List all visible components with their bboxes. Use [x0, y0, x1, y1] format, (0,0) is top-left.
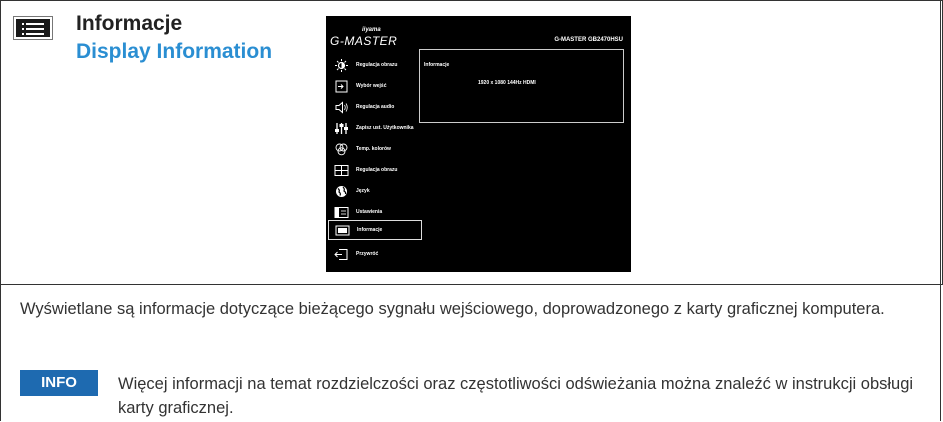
menu-item-audio[interactable]: Regulacja audio — [328, 98, 422, 118]
menu-item-label: Zapisz ust. Użytkownika — [356, 125, 414, 131]
info-note-text: Więcej informacji na temat rozdzielczośc… — [118, 375, 914, 417]
input-icon — [335, 80, 348, 93]
info-icon — [335, 225, 350, 236]
menu-item-label: Regulacja obrazu — [356, 167, 398, 173]
menu-item-label: Wybór wejść — [356, 83, 387, 89]
model-name: G-MASTER GB2470HSU — [554, 37, 623, 43]
settings-icon — [334, 207, 349, 218]
menu-item-information[interactable]: Informacje — [328, 220, 422, 240]
speaker-icon — [335, 101, 348, 114]
menu-list-icon — [13, 16, 53, 40]
menu-item-input-select[interactable]: Wybór wejść — [328, 77, 422, 97]
picture-adjust-icon — [334, 165, 349, 176]
info-badge: INFO — [20, 370, 98, 396]
series-logo: G-MASTER — [330, 34, 398, 48]
section-title-polish: Informacje — [76, 12, 183, 35]
menu-item-user-settings[interactable]: Zapisz ust. Użytkownika — [328, 119, 422, 139]
menu-item-language[interactable]: Język — [328, 182, 422, 202]
menu-item-label: Regulacja audio — [356, 104, 395, 110]
brand-logo: iiyama — [362, 27, 381, 33]
description-text: Wyświetlane są informacje dotyczące bież… — [20, 300, 885, 318]
menu-item-label: Temp. kolorów — [356, 146, 391, 152]
menu-item-color-temp[interactable]: Temp. kolorów — [328, 140, 422, 160]
color-temp-icon — [335, 143, 348, 156]
globe-icon — [336, 186, 347, 197]
info-panel: Informacje 1920 x 1080 144Hz HDMI — [419, 49, 624, 123]
menu-item-label: Informacje — [357, 227, 383, 233]
menu-item-label: Przywróć — [356, 251, 379, 257]
menu-item-image-adjust[interactable]: Regulacja obrazu — [328, 161, 422, 181]
brightness-icon — [335, 59, 348, 72]
info-panel-title: Informacje — [424, 62, 450, 68]
menu-item-reset[interactable]: Przywróć — [328, 245, 422, 265]
menu-item-picture-adjust[interactable]: Regulacja obrazu — [328, 56, 422, 76]
menu-item-label: Język — [356, 188, 370, 194]
osd-screenshot: iiyama G-MASTER G-MASTER GB2470HSU Infor… — [326, 16, 631, 272]
menu-item-label: Ustawienia — [356, 209, 383, 215]
reset-icon — [334, 249, 348, 260]
section-title-english: Display Information — [76, 40, 273, 63]
signal-info-value: 1920 x 1080 144Hz HDMI — [478, 80, 536, 86]
menu-item-label: Regulacja obrazu — [356, 62, 398, 68]
sliders-icon — [335, 123, 348, 134]
